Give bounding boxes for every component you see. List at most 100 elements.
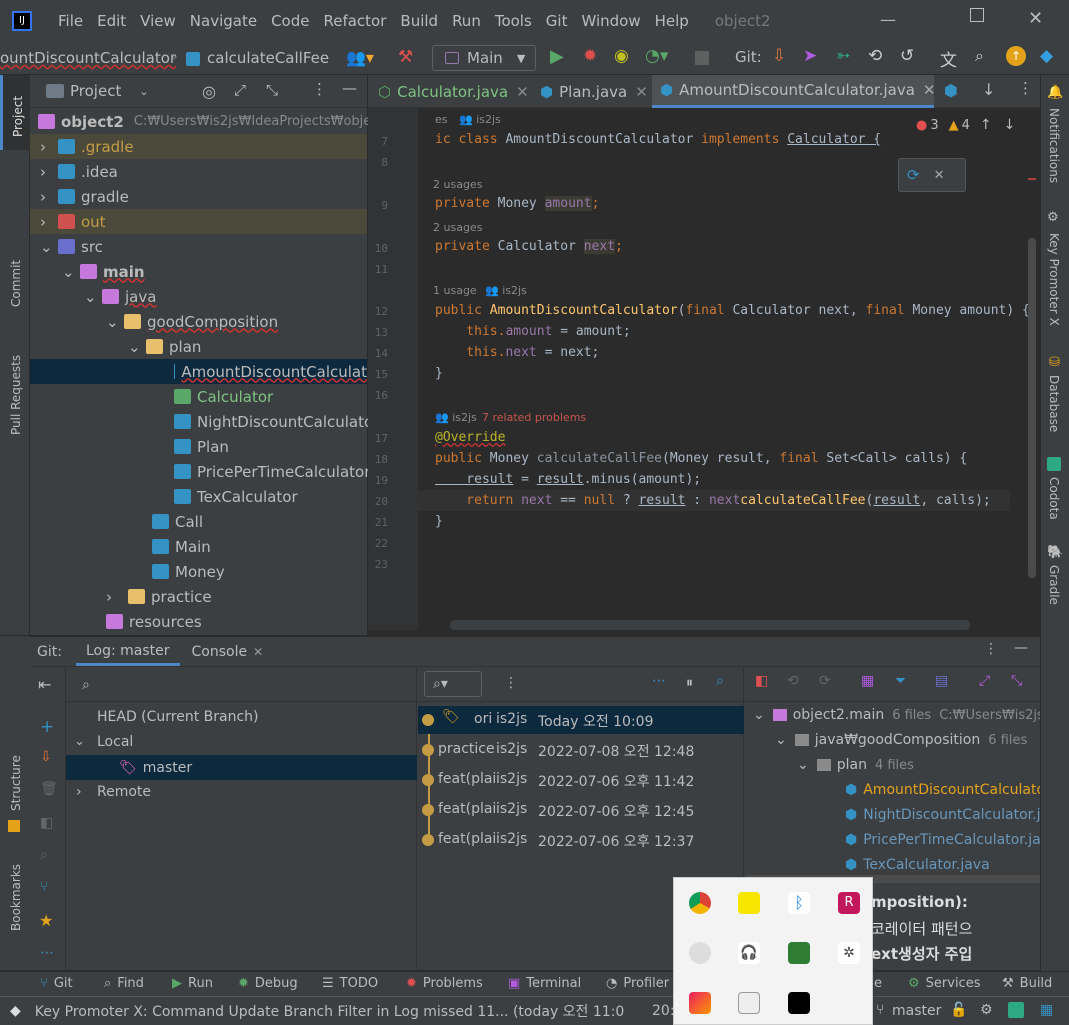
jetbrains-toolbox-icon[interactable] bbox=[689, 992, 711, 1014]
tabs-menu-icon[interactable]: ⋮ bbox=[1018, 79, 1033, 97]
tree-item-money[interactable]: Money bbox=[152, 559, 225, 584]
gear-icon[interactable]: ⚙ bbox=[980, 1002, 993, 1018]
arrow-up-icon[interactable]: ↑ bbox=[980, 117, 992, 133]
tree-root[interactable]: object2 C:₩Users₩is2js₩IdeaProjects₩objec… bbox=[38, 109, 384, 134]
horizontal-scrollbar[interactable] bbox=[450, 620, 970, 630]
branch-local-group[interactable]: Local bbox=[97, 734, 133, 750]
toolwindow-debug[interactable]: ✹ Debug bbox=[238, 976, 298, 991]
toolwindow-git[interactable]: ⑂ Git bbox=[40, 976, 73, 991]
key-promoter-stripe-label[interactable]: Key Promoter X bbox=[1047, 233, 1061, 326]
screen-icon[interactable] bbox=[738, 992, 760, 1014]
changed-file[interactable]: ⬢ NightDiscountCalculator.j bbox=[845, 807, 1040, 823]
toolwindow-run[interactable]: ▶ Run bbox=[172, 976, 213, 991]
pause-icon[interactable]: ⏸ bbox=[686, 675, 693, 691]
profile-icon[interactable]: ◔▾ bbox=[645, 46, 668, 66]
compare-icon[interactable]: ◧ bbox=[40, 815, 53, 831]
collapse-all-icon[interactable]: ⤡ bbox=[266, 81, 278, 99]
group-icon[interactable]: ▤ bbox=[935, 673, 948, 689]
tree-item-java[interactable]: ⌄ java bbox=[84, 284, 156, 309]
close-tab-icon[interactable]: ✕ bbox=[516, 83, 529, 101]
chrome-icon[interactable] bbox=[689, 892, 711, 914]
close-window-icon[interactable]: ✕ bbox=[1028, 8, 1043, 29]
tree-item-plan-package[interactable]: ⌄ plan bbox=[128, 334, 201, 359]
translate-icon[interactable]: 文 bbox=[940, 46, 957, 71]
codota-stripe-label[interactable]: Codota bbox=[1047, 477, 1061, 520]
tab-log[interactable]: Log: master bbox=[75, 638, 180, 666]
class-icon[interactable]: ⬢ bbox=[944, 81, 958, 100]
coverage-icon[interactable]: ◉ bbox=[614, 46, 629, 66]
menu-navigate[interactable]: Navigate bbox=[190, 12, 257, 30]
tree-item-practice[interactable]: › practice bbox=[106, 584, 212, 609]
commit-row[interactable]: feat(plai is2js 2022-07-06 오후 12:45 bbox=[418, 796, 744, 824]
tree-item-idea[interactable]: › .idea bbox=[40, 159, 118, 184]
tree-item-amountdiscount[interactable]: AmountDiscountCalculat bbox=[30, 359, 367, 384]
debug-icon[interactable]: ✹ bbox=[583, 46, 597, 66]
maximize-icon[interactable] bbox=[970, 8, 984, 22]
tree-item-goodcomposition[interactable]: ⌄ goodComposition bbox=[106, 309, 278, 334]
inspection-widget[interactable]: ● 3 ▲ 4 ↑ ↓ bbox=[916, 117, 1015, 133]
users-icon[interactable]: 👥▾ bbox=[346, 48, 374, 67]
options-menu-icon[interactable]: ⋮ bbox=[504, 675, 518, 691]
project-panel-title[interactable]: Project bbox=[70, 82, 121, 100]
plugin-icon[interactable]: ◆ bbox=[1040, 46, 1053, 66]
search-icon[interactable]: ⌕ bbox=[82, 677, 90, 693]
locate-icon[interactable]: ◎ bbox=[202, 82, 216, 101]
toolwindow-build[interactable]: ⚒ Build bbox=[1002, 976, 1052, 991]
close-tab-icon[interactable]: ✕ bbox=[635, 83, 648, 101]
options-menu-icon[interactable]: ⋮ bbox=[984, 641, 998, 657]
toolwindow-todo[interactable]: ☰ TODO bbox=[322, 976, 378, 991]
run-icon[interactable]: ▶ bbox=[550, 46, 564, 67]
changed-file[interactable]: ⬢ AmountDiscountCalculato bbox=[845, 782, 1040, 798]
app-r-icon[interactable]: R bbox=[838, 892, 860, 914]
intellij-icon[interactable] bbox=[788, 992, 810, 1014]
gradle-reload-icon[interactable]: ⟳ bbox=[907, 166, 920, 184]
menu-file[interactable]: File bbox=[58, 12, 83, 30]
menu-window[interactable]: Window bbox=[581, 12, 640, 30]
memory-icon[interactable]: ▦ bbox=[1040, 1002, 1053, 1018]
stop-icon[interactable] bbox=[695, 51, 709, 65]
minimize-icon[interactable]: — bbox=[880, 10, 896, 29]
tree-item-main[interactable]: ⌄ main bbox=[62, 259, 145, 284]
project-stripe-tab[interactable]: Project bbox=[0, 75, 30, 150]
details-folder[interactable]: ⌄ java₩goodComposition 6 files bbox=[775, 732, 1027, 748]
related-problems-hint[interactable]: 7 related problems bbox=[482, 411, 586, 424]
commit-row[interactable]: 🏷 ori is2js Today 오전 10:09 bbox=[418, 706, 744, 734]
revert-icon[interactable]: ⟲ bbox=[787, 673, 799, 689]
git-push-icon[interactable]: ➤ bbox=[803, 46, 817, 66]
tree-item-main-class[interactable]: Main bbox=[152, 534, 211, 559]
chevron-down-icon[interactable]: ⌄ bbox=[139, 85, 148, 98]
expand-all-icon[interactable]: ⤢ bbox=[979, 673, 990, 689]
tree-item-pricepertime[interactable]: PricePerTimeCalculator bbox=[174, 459, 370, 484]
tree-item-out[interactable]: › out bbox=[30, 209, 367, 234]
status-branch[interactable]: master bbox=[892, 1003, 941, 1019]
tree-item-calculator[interactable]: Calculator bbox=[174, 384, 273, 409]
toolwindow-profiler[interactable]: ◔ Profiler bbox=[606, 976, 669, 991]
menu-refactor[interactable]: Refactor bbox=[323, 12, 386, 30]
menu-tools[interactable]: Tools bbox=[495, 12, 532, 30]
headset-icon[interactable]: 🎧 bbox=[738, 942, 760, 964]
tab-console[interactable]: Console bbox=[192, 644, 248, 660]
details-root[interactable]: ⌄ object2.main 6 files C:₩Users₩is2js bbox=[753, 707, 1040, 723]
tree-item-call[interactable]: Call bbox=[152, 509, 203, 534]
tree-item-gradle-dir[interactable]: › .gradle bbox=[30, 134, 367, 159]
chevron-right-icon[interactable]: › bbox=[76, 784, 82, 800]
details-plan[interactable]: ⌄ plan 4 files bbox=[797, 757, 914, 773]
delete-icon[interactable]: 🗑 bbox=[40, 781, 58, 797]
tab-amountdiscount[interactable]: ⬢ AmountDiscountCalculator.java ✕ bbox=[652, 75, 935, 108]
changed-file[interactable]: ⬢ TexCalculator.java bbox=[845, 857, 990, 873]
arrow-down-icon[interactable]: ↓ bbox=[982, 80, 995, 99]
tab-calculator[interactable]: ⬡ Calculator.java ✕ bbox=[378, 75, 529, 108]
terminal-icon[interactable] bbox=[1008, 1002, 1024, 1018]
changed-file[interactable]: ⬢ PricePerTimeCalculator.jav bbox=[845, 832, 1040, 848]
run-config-select[interactable]: Main ▼ bbox=[432, 45, 536, 71]
commit-row[interactable]: feat(plai is2js 2022-07-06 오후 11:42 bbox=[418, 766, 744, 794]
tree-item-resources[interactable]: resources bbox=[106, 609, 202, 634]
chevron-down-icon[interactable]: ⌄ bbox=[74, 734, 85, 749]
tree-item-src[interactable]: ⌄ src bbox=[40, 234, 103, 259]
expand-all-icon[interactable]: ⤢ bbox=[234, 81, 246, 99]
layout-icon[interactable]: ▦ bbox=[861, 673, 874, 689]
pull-requests-stripe-label[interactable]: Pull Requests bbox=[9, 355, 23, 435]
layers-icon[interactable]: ◆ bbox=[10, 1003, 21, 1019]
more-icon[interactable]: ⋯ bbox=[652, 673, 666, 689]
status-message[interactable]: Key Promoter X: Command Update Branch Fi… bbox=[35, 1001, 625, 1021]
